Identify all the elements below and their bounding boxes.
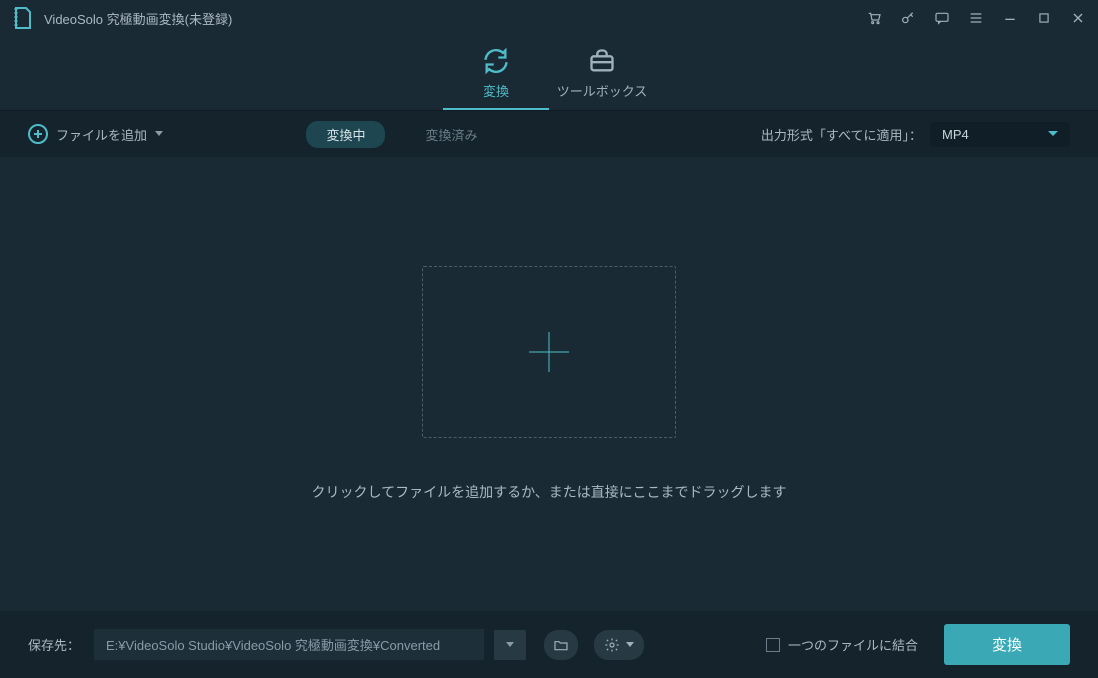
plus-circle-icon (28, 124, 48, 144)
tab-toolbox-label: ツールボックス (557, 81, 648, 100)
minimize-icon[interactable] (1002, 10, 1018, 26)
app-title: VideoSolo 究極動画変換(未登録) (44, 9, 866, 28)
add-file-label: ファイルを追加 (56, 125, 147, 144)
maximize-icon[interactable] (1036, 10, 1052, 26)
toolbar: ファイルを追加 変換中 変換済み 出力形式「すべてに適用」： MP4 (0, 111, 1098, 157)
close-icon[interactable] (1070, 10, 1086, 26)
tab-converting[interactable]: 変換中 (306, 121, 385, 148)
output-format-select[interactable]: MP4 (930, 122, 1070, 147)
status-tabs: 変換中 変換済み (306, 121, 497, 148)
tab-toolbox[interactable]: ツールボックス (549, 47, 655, 110)
add-file-button[interactable]: ファイルを追加 (28, 124, 163, 144)
cart-icon[interactable] (866, 10, 882, 26)
open-folder-button[interactable] (544, 630, 578, 660)
output-format-value: MP4 (942, 127, 969, 142)
convert-button[interactable]: 変換 (944, 624, 1070, 665)
app-logo-icon (12, 7, 34, 29)
chat-icon[interactable] (934, 10, 950, 26)
tab-converted[interactable]: 変換済み (405, 121, 497, 148)
title-bar: VideoSolo 究極動画変換(未登録) (0, 0, 1098, 36)
checkbox-icon (766, 638, 780, 652)
save-to-label: 保存先： (28, 635, 80, 654)
key-icon[interactable] (900, 10, 916, 26)
merge-label: 一つのファイルに結合 (788, 635, 918, 654)
tab-convert-label: 変換 (483, 81, 509, 100)
chevron-down-icon (1048, 131, 1058, 137)
tab-convert[interactable]: 変換 (443, 47, 549, 110)
menu-icon[interactable] (968, 10, 984, 26)
dropzone[interactable] (422, 266, 676, 438)
convert-icon (482, 47, 510, 75)
settings-button[interactable] (594, 630, 644, 660)
chevron-down-icon (155, 131, 163, 137)
main-area: クリックしてファイルを追加するか、または直接にここまでドラッグします (0, 157, 1098, 611)
save-path-input[interactable]: E:¥VideoSolo Studio¥VideoSolo 究極動画変換¥Con… (94, 629, 484, 660)
toolbox-icon (588, 47, 616, 75)
output-format-label: 出力形式「すべてに適用」： (761, 125, 922, 144)
nav-tabs: 変換 ツールボックス (0, 36, 1098, 111)
plus-icon (525, 328, 573, 376)
save-path-dropdown[interactable] (494, 630, 526, 660)
drop-hint-text: クリックしてファイルを追加するか、または直接にここまでドラッグします (311, 482, 786, 502)
bottom-bar: 保存先： E:¥VideoSolo Studio¥VideoSolo 究極動画変… (0, 611, 1098, 678)
merge-checkbox[interactable]: 一つのファイルに結合 (766, 635, 918, 654)
